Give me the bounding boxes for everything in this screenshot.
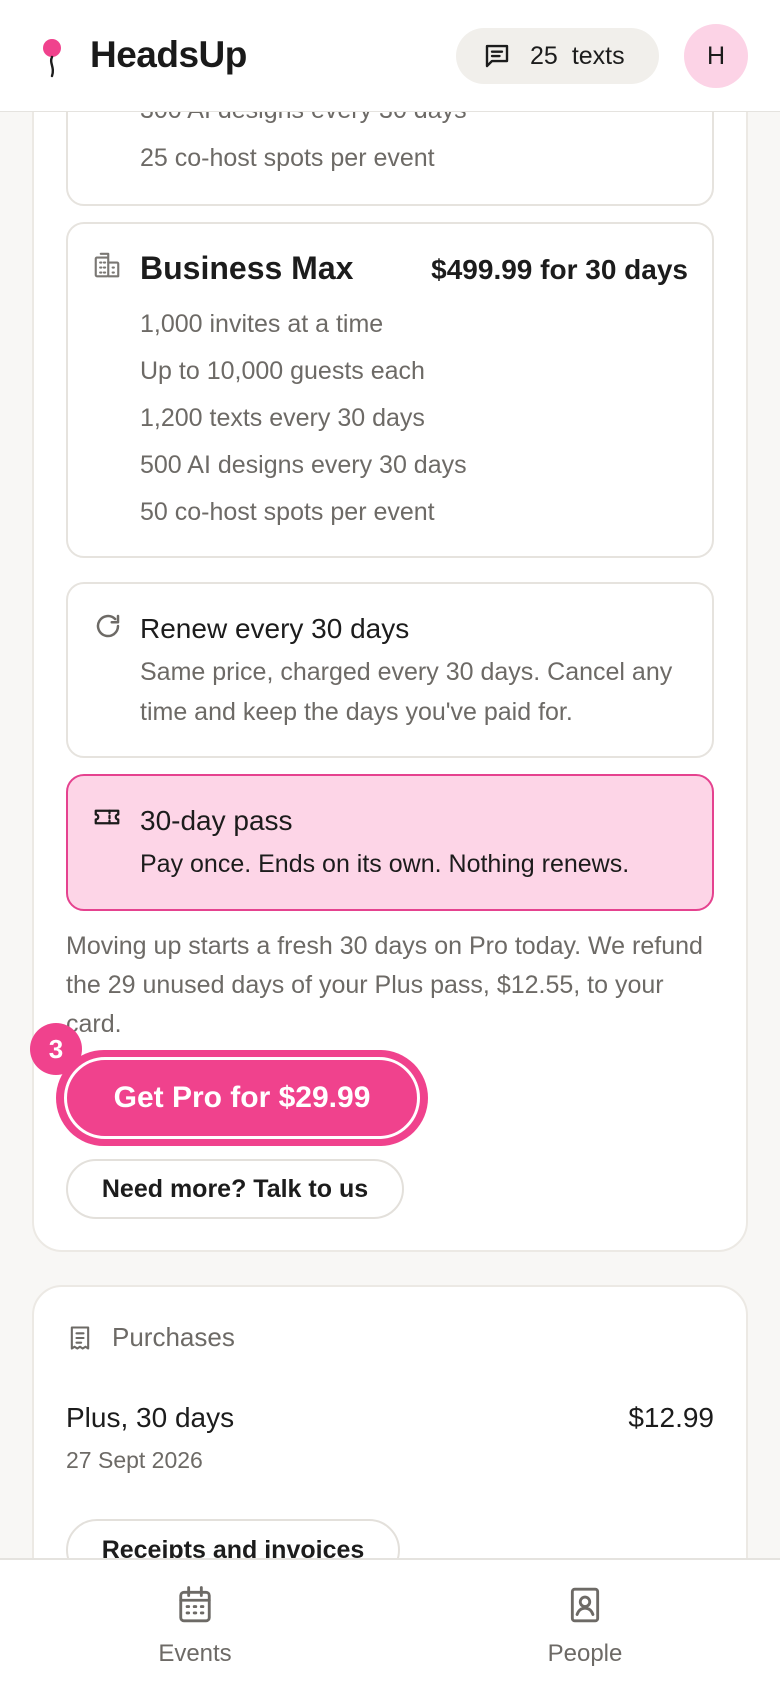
nav-item-people[interactable]: People (485, 1584, 685, 1668)
upgrade-note: Moving up starts a fresh 30 days on Pro … (66, 932, 703, 1038)
app-header: HeadsUp 25 texts H (0, 0, 780, 112)
nav-item-events[interactable]: Events (95, 1584, 295, 1668)
texts-label: texts (571, 41, 625, 70)
renew-option-title: Renew every 30 days (140, 613, 410, 644)
pass-option-card[interactable] (66, 774, 714, 911)
step-badge: 3 (30, 1023, 82, 1075)
plan-price: $499.99 for 30 days (431, 254, 688, 285)
building-icon (94, 252, 120, 278)
purchases-heading: Purchases (66, 1322, 235, 1353)
contact-book-icon (570, 1587, 600, 1623)
nav-item-label: Events (158, 1640, 232, 1667)
purchase-name: Plus, 30 days (66, 1402, 235, 1433)
pass-option-title: 30-day pass (140, 805, 293, 836)
bottom-nav: Events People (0, 1558, 780, 1688)
pass-option-description: Pay once. Ends on its own. Nothing renew… (140, 850, 630, 878)
ticket-icon (94, 809, 120, 825)
nav-item-label: People (547, 1640, 623, 1667)
feature-line: Up to 10,000 guests each (140, 357, 425, 385)
avatar[interactable]: H (684, 24, 748, 88)
feature-line: 1,000 invites at a time (140, 310, 384, 338)
feature-line: 1,200 texts every 30 days (140, 404, 425, 432)
texts-count: 25 (530, 41, 558, 70)
message-icon (485, 44, 509, 68)
balloon-logo-icon (43, 39, 61, 78)
feature-line: 500 AI designs every 30 days (140, 451, 467, 479)
feature-line: 25 co-host spots per event (140, 144, 435, 172)
talk-to-us-button[interactable]: Need more? Talk to us (66, 1159, 404, 1219)
feature-line: 50 co-host spots per event (140, 498, 435, 526)
plan-name: Business Max (140, 250, 354, 286)
texts-balance-pill[interactable]: 25 texts (456, 28, 659, 84)
refresh-icon (96, 614, 120, 638)
brand-name: HeadsUp (90, 34, 247, 75)
get-pro-button[interactable]: Get Pro for $29.99 (64, 1057, 420, 1139)
calendar-icon (179, 1586, 211, 1623)
renew-option-description: Same price, charged every 30 days. Cance… (140, 658, 673, 726)
purchase-price: $12.99 (628, 1402, 714, 1433)
purchase-date: 27 Sept 2026 (66, 1447, 203, 1473)
purchases-heading-label: Purchases (112, 1322, 235, 1352)
receipt-icon (70, 1325, 90, 1350)
